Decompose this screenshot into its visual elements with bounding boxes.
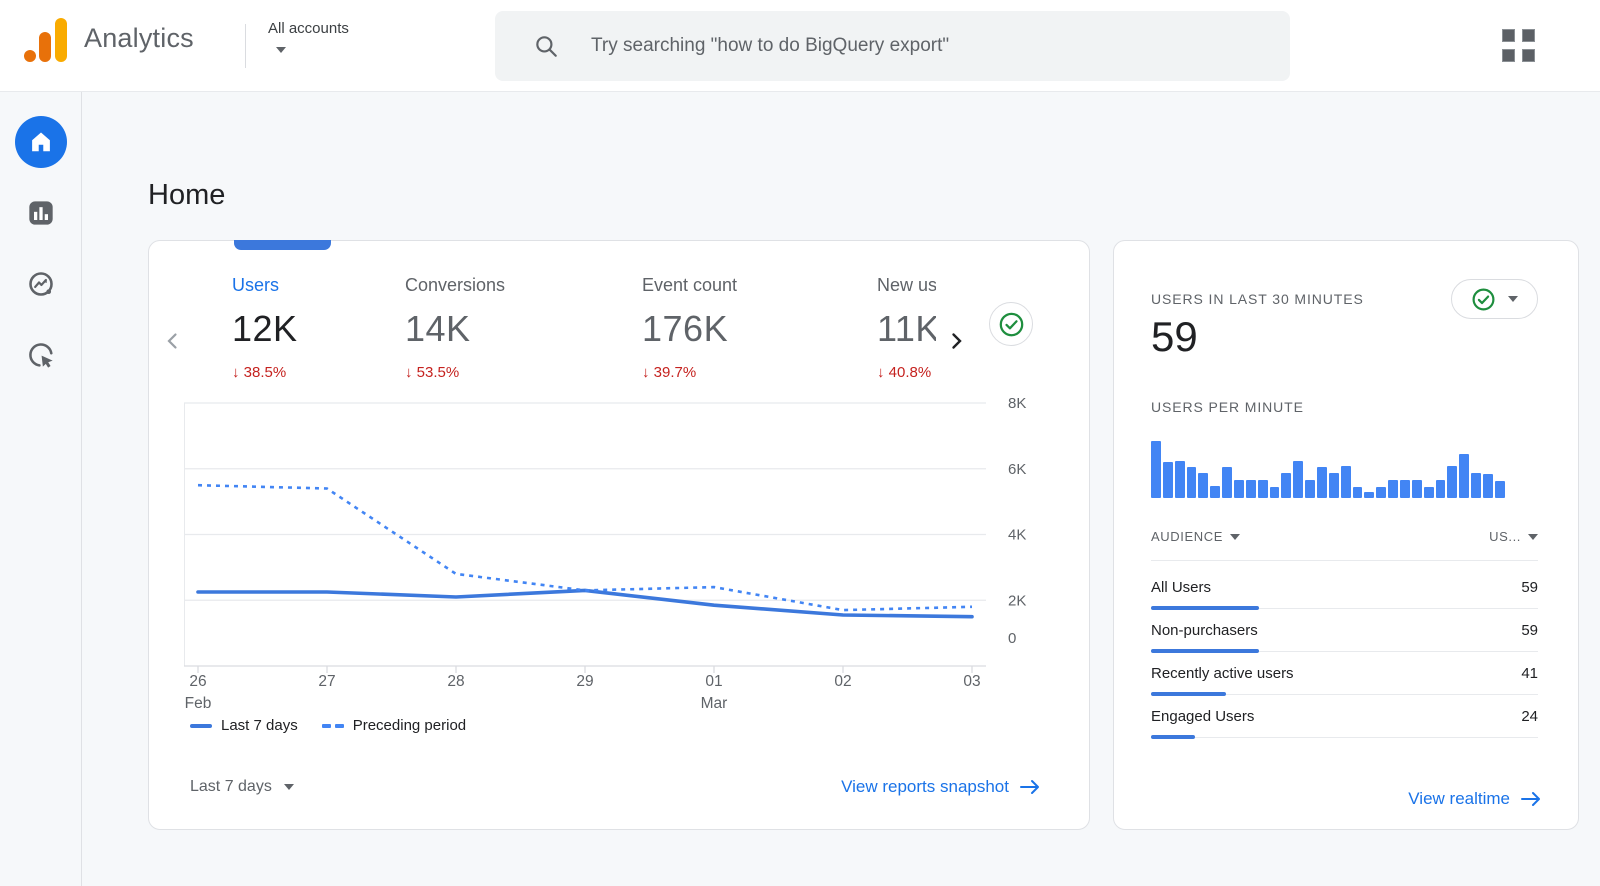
users-per-minute-chart[interactable] [1151, 436, 1505, 498]
account-switcher[interactable]: All accounts [268, 20, 349, 58]
search-icon [533, 33, 559, 59]
svg-text:0: 0 [1008, 630, 1016, 647]
overview-card-footer: Last 7 days View reports snapshot [149, 767, 1091, 807]
svg-text:26: 26 [189, 673, 206, 690]
carousel-next-button[interactable] [944, 329, 968, 353]
bar-chart-icon [27, 199, 55, 227]
users-line-chart: 0 2K 4K 6K 8K 26 Feb 27 28 29 01 Mar 02 03 [184, 391, 1054, 726]
metric-label: New users [877, 275, 936, 296]
arrow-right-icon [1520, 790, 1542, 808]
home-icon [28, 129, 54, 155]
svg-text:2K: 2K [1008, 592, 1026, 609]
check-circle-icon [998, 311, 1025, 338]
metric-label: Conversions [405, 275, 642, 296]
check-circle-icon [1471, 287, 1496, 312]
legend-preceding-period: Preceding period [322, 717, 466, 734]
users-column-header[interactable]: US... [1489, 529, 1538, 544]
audience-column-header[interactable]: AUDIENCE [1151, 529, 1240, 544]
metric-value: 12K [232, 308, 405, 350]
legend-last-7-days: Last 7 days [190, 717, 298, 734]
svg-text:02: 02 [834, 673, 851, 690]
search-bar[interactable] [495, 11, 1290, 81]
metric-label: Event count [642, 275, 877, 296]
metric-conversions[interactable]: Conversions 14K ↓ 53.5% [405, 271, 642, 401]
search-input[interactable] [589, 34, 1229, 58]
active-tab-indicator [234, 240, 331, 250]
dashed-line-swatch [322, 724, 344, 728]
users-per-minute-label: USERS PER MINUTE [1151, 399, 1304, 415]
metric-list: Users 12K ↓ 38.5% Conversions 14K ↓ 53.5… [232, 271, 936, 401]
metric-carousel: Users 12K ↓ 38.5% Conversions 14K ↓ 53.5… [149, 271, 1091, 401]
svg-text:01: 01 [705, 673, 722, 690]
arrow-right-icon [1019, 778, 1041, 796]
account-label: All accounts [268, 20, 349, 37]
app-title: Analytics [84, 23, 194, 54]
metric-new-users[interactable]: New users 11K ↓ 40.8% [877, 271, 936, 401]
chevron-down-icon [284, 784, 294, 790]
svg-text:27: 27 [318, 673, 335, 690]
analytics-logo-icon [22, 14, 68, 62]
table-row-all-users[interactable]: All Users 59 [1151, 567, 1538, 610]
realtime-status-button[interactable] [1451, 279, 1538, 319]
metric-delta: ↓ 40.8% [877, 364, 936, 381]
svg-text:4K: 4K [1008, 527, 1026, 544]
metric-delta: ↓ 38.5% [232, 364, 405, 381]
table-row-engaged-users[interactable]: Engaged Users 24 [1151, 696, 1538, 739]
left-nav [0, 92, 82, 886]
svg-text:29: 29 [576, 673, 593, 690]
table-row-recently-active-users[interactable]: Recently active users 41 [1151, 653, 1538, 696]
app-header: Analytics All accounts [0, 0, 1600, 92]
metric-value: 14K [405, 308, 642, 350]
explore-icon [27, 270, 55, 298]
metric-delta: ↓ 53.5% [405, 364, 642, 381]
metric-delta: ↓ 39.7% [642, 364, 877, 381]
svg-text:03: 03 [963, 673, 980, 690]
metric-value: 11K [877, 308, 936, 350]
audience-table-body: All Users 59 Non-purchasers 59 Recently … [1151, 567, 1538, 739]
realtime-card: USERS IN LAST 30 MINUTES 59 USERS PER MI… [1113, 240, 1579, 830]
metric-value: 176K [642, 308, 877, 350]
realtime-title: USERS IN LAST 30 MINUTES [1151, 291, 1364, 307]
audience-table-header: AUDIENCE US... [1151, 529, 1538, 561]
chevron-down-icon [1508, 296, 1518, 302]
sidebar-item-advertising[interactable] [15, 329, 67, 381]
metric-users[interactable]: Users 12K ↓ 38.5% [232, 271, 405, 401]
page-title: Home [148, 179, 225, 212]
carousel-prev-button[interactable] [161, 329, 185, 353]
svg-text:6K: 6K [1008, 461, 1026, 478]
chevron-down-icon [276, 47, 286, 53]
svg-text:28: 28 [447, 673, 464, 690]
sort-caret-icon [1528, 534, 1538, 540]
solid-line-swatch [190, 724, 212, 728]
apps-grid-icon[interactable] [1502, 29, 1536, 63]
users-last-30-min-value: 59 [1151, 313, 1198, 361]
sidebar-item-explore[interactable] [15, 258, 67, 310]
overview-card: Users 12K ↓ 38.5% Conversions 14K ↓ 53.5… [148, 240, 1090, 830]
svg-text:8K: 8K [1008, 395, 1026, 412]
sort-caret-icon [1230, 534, 1240, 540]
data-quality-button[interactable] [989, 302, 1033, 346]
metric-label: Users [232, 275, 405, 296]
svg-text:Feb: Feb [185, 695, 212, 712]
users-chart-area[interactable]: 0 2K 4K 6K 8K 26 Feb 27 28 29 01 Mar 02 03 [184, 391, 1054, 726]
sidebar-item-reports[interactable] [15, 187, 67, 239]
date-range-dropdown[interactable]: Last 7 days [190, 778, 294, 796]
table-row-non-purchasers[interactable]: Non-purchasers 59 [1151, 610, 1538, 653]
sidebar-item-home[interactable] [15, 116, 67, 168]
view-realtime-link[interactable]: View realtime [1408, 789, 1542, 809]
header-divider [245, 24, 246, 68]
metric-event-count[interactable]: Event count 176K ↓ 39.7% [642, 271, 877, 401]
advertising-icon [27, 341, 55, 369]
svg-text:Mar: Mar [701, 695, 728, 712]
view-reports-snapshot-link[interactable]: View reports snapshot [841, 777, 1041, 797]
chart-legend: Last 7 days Preceding period [190, 717, 466, 734]
